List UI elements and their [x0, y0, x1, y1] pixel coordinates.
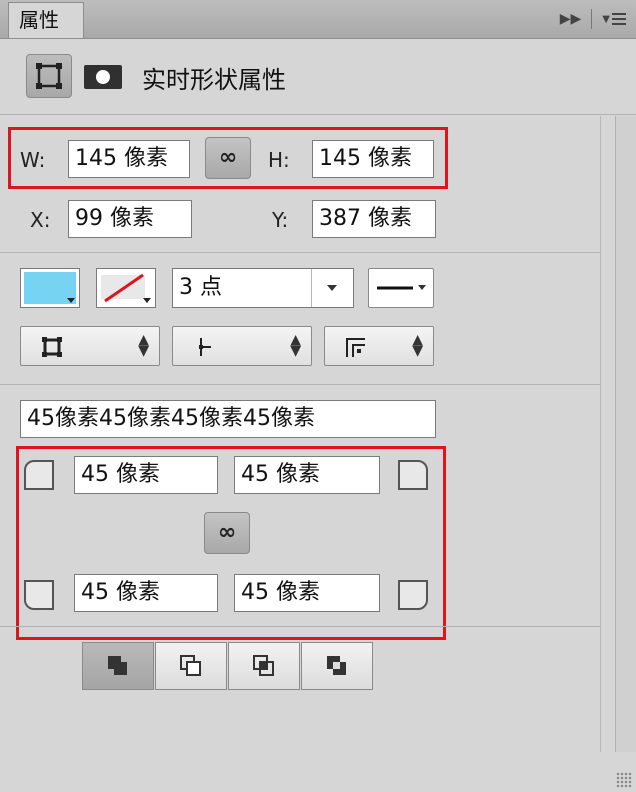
tab-properties[interactable]: 属性	[8, 2, 84, 38]
panel-controls: ▶▶ ▼	[560, 6, 626, 32]
chevron-down-icon	[67, 298, 75, 303]
updown-icon: ▲ ▼	[412, 332, 423, 359]
panel-menu-icon[interactable]: ▼	[602, 13, 626, 25]
properties-panel: 属性 ▶▶ ▼ 实时形状属性 W: 145 像素 ∞ H: 145 像素 X: …	[0, 0, 636, 792]
exclude-overlap-button[interactable]	[301, 642, 373, 690]
y-label: Y:	[272, 208, 289, 232]
combine-shapes-button[interactable]	[82, 642, 154, 690]
divider	[0, 252, 600, 253]
stroke-align-select[interactable]: ▲ ▼	[20, 326, 160, 366]
resize-grip-icon[interactable]	[616, 772, 632, 788]
x-field[interactable]: 99 像素	[68, 200, 192, 238]
highlight-box	[16, 446, 446, 640]
panel-tab-bar: 属性 ▶▶ ▼	[0, 0, 636, 39]
corner-join-icon	[346, 338, 365, 357]
stroke-corners-select[interactable]: ▲ ▼	[324, 326, 434, 366]
corner-radius-combined-field[interactable]: 45像素45像素45像素45像素	[20, 400, 436, 438]
collapse-icon[interactable]: ▶▶	[560, 11, 582, 27]
stroke-width-select[interactable]: 3 点	[172, 268, 354, 308]
intersect-shapes-button[interactable]	[228, 642, 300, 690]
y-field[interactable]: 387 像素	[312, 200, 436, 238]
properties-header: 实时形状属性	[0, 38, 636, 115]
scrollbar[interactable]	[615, 116, 636, 752]
intersect-icon	[253, 655, 274, 676]
stroke-caps-select[interactable]: ▲ ▼	[172, 326, 312, 366]
mask-icon[interactable]	[84, 65, 122, 89]
separator	[591, 9, 593, 29]
scroll-divider	[600, 116, 601, 752]
subtract-icon	[180, 655, 201, 676]
exclude-icon	[327, 656, 346, 675]
updown-icon: ▲ ▼	[290, 332, 301, 359]
stroke-width-value: 3 点	[179, 275, 222, 300]
page-title: 实时形状属性	[142, 66, 286, 94]
solid-line-icon	[377, 285, 426, 290]
transform-icon	[36, 63, 62, 89]
divider	[0, 626, 600, 627]
fill-color-swatch[interactable]	[20, 268, 80, 308]
caps-icon	[199, 338, 211, 356]
combine-icon	[108, 656, 127, 675]
chevron-down-icon[interactable]	[311, 269, 353, 307]
x-label: X:	[30, 208, 51, 232]
highlight-box	[8, 127, 448, 189]
align-icon	[42, 337, 62, 357]
divider	[0, 384, 600, 385]
shape-properties-button[interactable]	[26, 54, 72, 98]
subtract-shape-button[interactable]	[155, 642, 227, 690]
stroke-color-swatch[interactable]	[96, 268, 156, 308]
updown-icon: ▲ ▼	[138, 332, 149, 359]
stroke-type-select[interactable]	[368, 268, 434, 308]
chevron-down-icon	[143, 298, 151, 303]
